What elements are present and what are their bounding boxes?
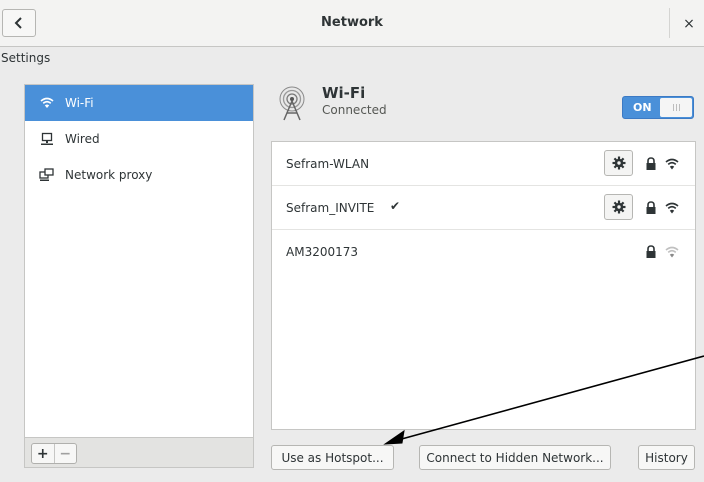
wifi-signal-strong-icon <box>665 158 679 170</box>
gear-icon <box>612 156 625 170</box>
wifi-signal-weak-icon <box>665 246 679 258</box>
add-remove-group: + − <box>31 443 77 464</box>
header-separator <box>669 8 670 38</box>
settings-label: Settings <box>1 51 51 65</box>
sidebar-item-label: Wi-Fi <box>65 96 94 110</box>
wifi-icon <box>39 95 55 111</box>
add-connection-button[interactable]: + <box>32 444 54 463</box>
network-name: Sefram_INVITE <box>286 201 375 215</box>
wifi-toggle[interactable]: ON <box>622 96 694 119</box>
network-list: Sefram-WLAN Sefram_INVITE ✔ AM3200173 <box>271 141 696 430</box>
use-as-hotspot-button[interactable]: Use as Hotspot... <box>271 445 394 470</box>
sidebar-footer: + − <box>24 438 254 468</box>
sidebar: Wi-Fi Wired Network proxy <box>24 84 254 438</box>
wifi-device-icon <box>279 86 305 121</box>
network-row[interactable]: Sefram-WLAN <box>272 142 695 186</box>
wifi-status: Connected <box>322 103 387 117</box>
close-button[interactable]: × <box>678 13 700 35</box>
network-name: Sefram-WLAN <box>286 157 370 171</box>
network-row[interactable]: Sefram_INVITE ✔ <box>272 186 695 230</box>
gear-icon <box>612 200 625 214</box>
lock-icon <box>646 157 656 170</box>
sidebar-item-network-proxy[interactable]: Network proxy <box>25 157 253 193</box>
sidebar-item-label: Wired <box>65 132 100 146</box>
connected-check-icon: ✔ <box>390 199 401 213</box>
sidebar-item-wired[interactable]: Wired <box>25 121 253 157</box>
toggle-knob <box>660 98 692 117</box>
network-row[interactable]: AM3200173 <box>272 230 695 274</box>
wifi-signal-strong-icon <box>665 202 679 214</box>
window-title: Network <box>321 15 383 30</box>
lock-icon <box>646 201 656 214</box>
network-settings-button[interactable] <box>604 194 633 220</box>
header-bar: Network × <box>0 0 704 47</box>
sidebar-item-wifi[interactable]: Wi-Fi <box>25 85 253 121</box>
network-settings-button[interactable] <box>604 150 633 176</box>
wired-network-icon <box>39 131 55 147</box>
sidebar-item-label: Network proxy <box>65 168 153 182</box>
toggle-label: ON <box>633 101 652 114</box>
connect-hidden-network-button[interactable]: Connect to Hidden Network... <box>419 445 611 470</box>
history-button[interactable]: History <box>638 445 695 470</box>
network-proxy-icon <box>39 167 55 183</box>
lock-icon <box>646 245 656 258</box>
remove-connection-button[interactable]: − <box>53 444 77 463</box>
network-name: AM3200173 <box>286 245 359 259</box>
wifi-title: Wi-Fi <box>322 84 366 102</box>
